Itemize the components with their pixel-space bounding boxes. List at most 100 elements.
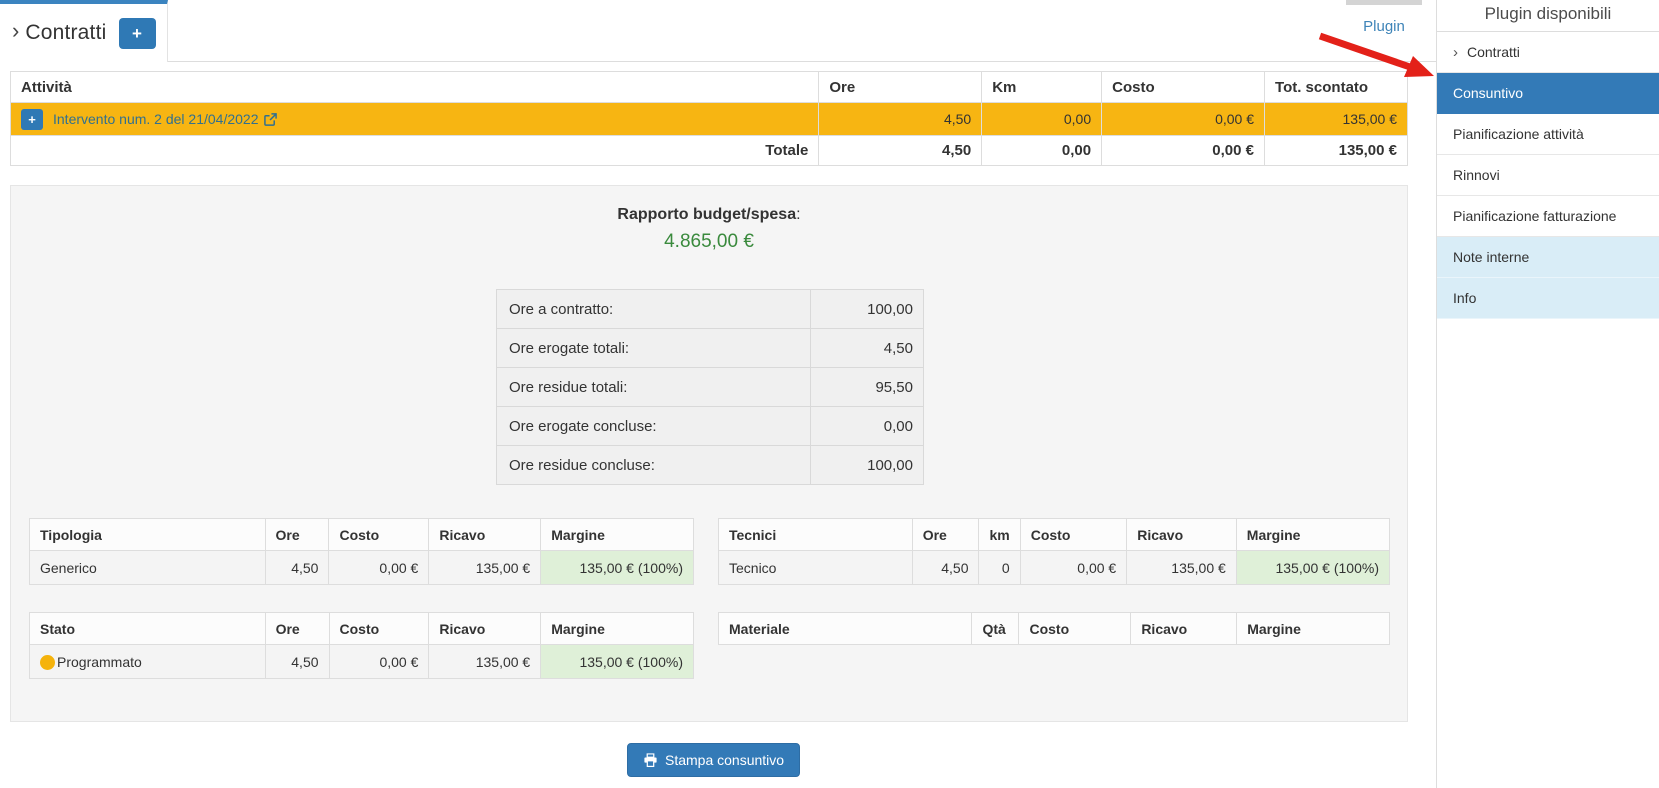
col-header-qta: Qtà xyxy=(972,613,1019,645)
external-link-icon[interactable] xyxy=(264,113,277,126)
rapporto-table: Ore a contratto: 100,00 Ore erogate tota… xyxy=(496,289,924,485)
attivita-table: Attività Ore Km Costo Tot. scontato + In… xyxy=(10,71,1408,166)
totale-costo: 0,00 € xyxy=(1102,136,1265,166)
sidebar-item-label: Note interne xyxy=(1453,249,1529,265)
rapporto-row-value: 100,00 xyxy=(811,290,924,329)
intervento-label: Intervento num. 2 del 21/04/2022 xyxy=(53,111,258,127)
col-header-margine: Margine xyxy=(1237,613,1390,645)
totale-ore: 4,50 xyxy=(819,136,982,166)
stato-label: Programmato xyxy=(57,654,142,670)
col-header-costo: Costo xyxy=(1019,613,1131,645)
sidebar-item-rinnovi[interactable]: Rinnovi xyxy=(1437,155,1659,196)
table-row-totale: Totale 4,50 0,00 0,00 € 135,00 € xyxy=(11,136,1408,166)
rapporto-row-label: Ore a contratto: xyxy=(497,290,811,329)
materiale-table: Materiale Qtà Costo Ricavo Margine xyxy=(718,612,1390,645)
totale-tot: 135,00 € xyxy=(1265,136,1408,166)
cell-km: 0,00 xyxy=(982,103,1102,136)
table-row: Generico 4,50 0,00 € 135,00 € 135,00 € (… xyxy=(30,551,694,585)
tipologia-table: Tipologia Ore Costo Ricavo Margine Gener… xyxy=(29,518,694,585)
col-header-ore: Ore xyxy=(912,519,979,551)
sidebar-item-info[interactable]: Info xyxy=(1437,278,1659,319)
cell-stato: Programmato xyxy=(30,645,266,679)
table-row-intervento: + Intervento num. 2 del 21/04/2022 4,50 … xyxy=(11,103,1408,136)
table-row: Tecnico 4,50 0 0,00 € 135,00 € 135,00 € … xyxy=(719,551,1390,585)
rapporto-row: Ore erogate concluse: 0,00 xyxy=(497,407,924,446)
cell-tipologia: Generico xyxy=(30,551,266,585)
expand-intervento-button[interactable]: + xyxy=(21,109,43,130)
sidebar-item-label: Consuntivo xyxy=(1453,85,1523,101)
chevron-right-icon: › xyxy=(12,20,19,42)
cell-costo: 0,00 € xyxy=(1020,551,1127,585)
col-header-ore: Ore xyxy=(265,519,329,551)
col-header-ore: Ore xyxy=(265,613,329,645)
col-header-materiale: Materiale xyxy=(719,613,972,645)
col-header-costo: Costo xyxy=(329,519,429,551)
col-header-ricavo: Ricavo xyxy=(429,613,541,645)
col-header-ricavo: Ricavo xyxy=(1127,519,1237,551)
rapporto-title-colon: : xyxy=(796,206,800,223)
stampa-consuntivo-button[interactable]: Stampa consuntivo xyxy=(627,743,800,777)
cell-tecnico: Tecnico xyxy=(719,551,913,585)
col-header-km: km xyxy=(979,519,1020,551)
plugin-sidebar: Plugin disponibili › Contratti Consuntivo… xyxy=(1436,0,1659,788)
col-header-costo: Costo xyxy=(1020,519,1127,551)
tab-contratti[interactable]: › Contratti + xyxy=(0,0,168,62)
cell-ricavo: 135,00 € xyxy=(429,645,541,679)
tab-bar: › Contratti + Plugin xyxy=(0,0,1436,62)
add-contract-button[interactable]: + xyxy=(119,18,156,49)
sidebar-item-label: Pianificazione attività xyxy=(1453,126,1584,142)
totale-km: 0,00 xyxy=(982,136,1102,166)
rapporto-row-value: 100,00 xyxy=(811,446,924,485)
page: › Contratti + Plugin Attività Ore Km Cos… xyxy=(0,0,1659,788)
col-header-margine: Margine xyxy=(541,613,694,645)
cell-ricavo: 135,00 € xyxy=(1127,551,1237,585)
col-header-stato: Stato xyxy=(30,613,266,645)
cell-costo: 0,00 € xyxy=(329,551,429,585)
attivita-header-row: Attività Ore Km Costo Tot. scontato xyxy=(11,72,1408,103)
cell-ricavo: 135,00 € xyxy=(429,551,541,585)
table-row: Programmato 4,50 0,00 € 135,00 € 135,00 … xyxy=(30,645,694,679)
col-header-ore: Ore xyxy=(819,72,982,103)
stato-table: Stato Ore Costo Ricavo Margine Programma… xyxy=(29,612,694,679)
rapporto-title-text: Rapporto budget/spesa xyxy=(617,206,796,223)
stampa-consuntivo-label: Stampa consuntivo xyxy=(665,752,784,768)
col-header-km: Km xyxy=(982,72,1102,103)
chevron-right-icon: › xyxy=(1453,44,1458,61)
rapporto-row-label: Ore erogate concluse: xyxy=(497,407,811,446)
rapporto-title: Rapporto budget/spesa: xyxy=(11,206,1407,224)
sidebar-item-label: Contratti xyxy=(1467,44,1520,60)
cell-ore: 4,50 xyxy=(265,645,329,679)
col-header-attivita: Attività xyxy=(11,72,819,103)
rapporto-row: Ore a contratto: 100,00 xyxy=(497,290,924,329)
sidebar-item-contratti[interactable]: › Contratti xyxy=(1437,32,1659,73)
cell-costo: 0,00 € xyxy=(329,645,429,679)
col-header-tipologia: Tipologia xyxy=(30,519,266,551)
sidebar-item-pianificazione-fatturazione[interactable]: Pianificazione fatturazione xyxy=(1437,196,1659,237)
col-header-ricavo: Ricavo xyxy=(1131,613,1237,645)
col-header-costo: Costo xyxy=(1102,72,1265,103)
page-title: Contratti xyxy=(25,21,106,45)
sidebar-item-pianificazione-attivita[interactable]: Pianificazione attività xyxy=(1437,114,1659,155)
cell-margine: 135,00 € (100%) xyxy=(541,645,694,679)
sidebar-item-consuntivo[interactable]: Consuntivo xyxy=(1437,73,1659,114)
rapporto-row-value: 95,50 xyxy=(811,368,924,407)
consuntivo-panel: Rapporto budget/spesa: 4.865,00 € Ore a … xyxy=(10,185,1408,722)
col-header-ricavo: Ricavo xyxy=(429,519,541,551)
tab-plugin[interactable]: Plugin xyxy=(1346,0,1422,61)
col-header-tecnici: Tecnici xyxy=(719,519,913,551)
rapporto-amount: 4.865,00 € xyxy=(11,231,1407,253)
sidebar-item-label: Rinnovi xyxy=(1453,167,1500,183)
sidebar-title: Plugin disponibili xyxy=(1437,0,1659,32)
rapporto-row-value: 0,00 xyxy=(811,407,924,446)
rapporto-row: Ore residue concluse: 100,00 xyxy=(497,446,924,485)
col-header-margine: Margine xyxy=(541,519,694,551)
rapporto-row-highlighted: Ore residue totali: 95,50 xyxy=(497,368,924,407)
cell-margine: 135,00 € (100%) xyxy=(1236,551,1389,585)
plugin-link[interactable]: Plugin xyxy=(1363,18,1405,35)
col-header-costo: Costo xyxy=(329,613,429,645)
cell-ore: 4,50 xyxy=(819,103,982,136)
intervento-link[interactable]: Intervento num. 2 del 21/04/2022 xyxy=(53,111,277,127)
status-dot-yellow-icon xyxy=(40,655,55,670)
sidebar-item-note-interne[interactable]: Note interne xyxy=(1437,237,1659,278)
col-header-tot: Tot. scontato xyxy=(1265,72,1408,103)
